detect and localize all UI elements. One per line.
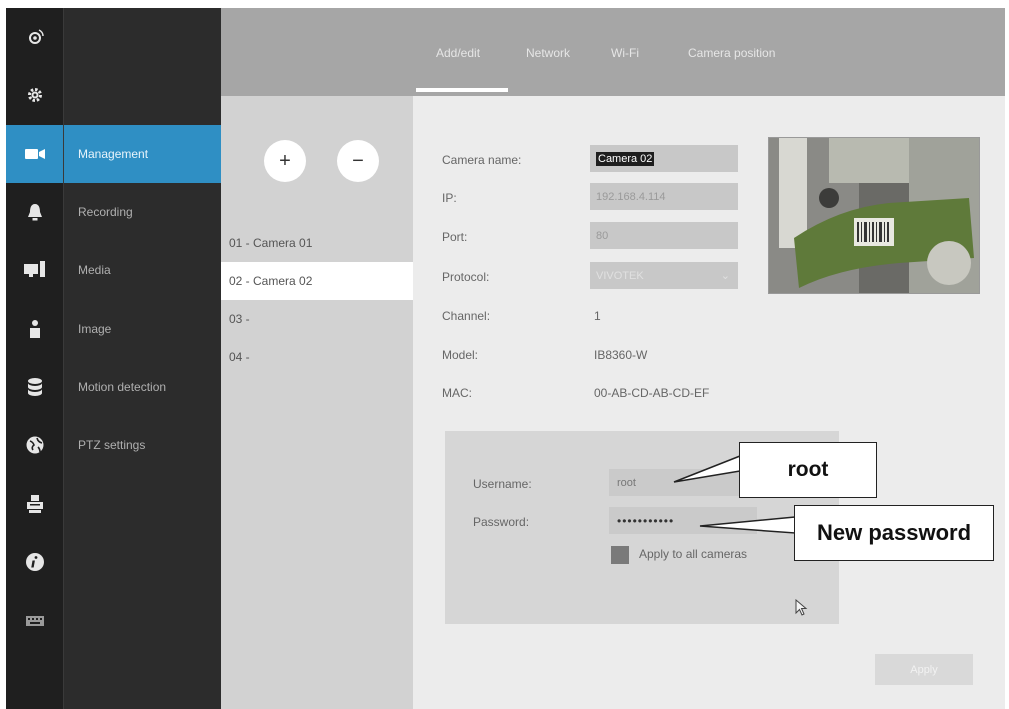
icon-rail: [6, 8, 63, 709]
model-value: IB8360-W: [594, 348, 648, 362]
tab-add-edit[interactable]: Add/edit: [436, 46, 480, 60]
sidebar-item-ptz-settings[interactable]: PTZ settings: [64, 416, 221, 474]
mac-value: 00-AB-CD-AB-CD-EF: [594, 386, 710, 400]
protocol-select[interactable]: VIVOTEK ⌄: [590, 262, 738, 289]
port-label: Port:: [442, 230, 468, 244]
minus-icon: −: [352, 149, 364, 172]
camera-list-item[interactable]: 04 -: [221, 338, 413, 376]
camera-list-item[interactable]: 01 - Camera 01: [221, 224, 413, 262]
gear-icon[interactable]: [6, 66, 63, 124]
sidebar-item-label: Media: [78, 263, 111, 277]
sidebar-item-recording[interactable]: Recording: [64, 183, 221, 241]
bell-icon[interactable]: [6, 183, 63, 241]
sub-menu: Management Recording Media Image Motion …: [64, 8, 221, 709]
sidebar-item-label: Recording: [78, 205, 133, 219]
mac-label: MAC:: [442, 386, 472, 400]
password-field[interactable]: •••••••••••: [609, 507, 757, 534]
camera-name-field[interactable]: Camera 02: [590, 145, 738, 172]
monitor-icon[interactable]: [6, 241, 63, 299]
username-label: Username:: [473, 477, 532, 491]
callout-new-password: New password: [794, 505, 994, 561]
password-label: Password:: [473, 515, 530, 529]
camera-list-item-selected[interactable]: 02 - Camera 02: [221, 262, 413, 300]
camera-name-label: Camera name:: [442, 153, 522, 167]
sidebar-item-image[interactable]: Image: [64, 300, 221, 358]
sidebar-item-label: Management: [78, 147, 149, 161]
callout-root: root: [739, 442, 877, 498]
remove-camera-button[interactable]: −: [337, 140, 379, 182]
protocol-label: Protocol:: [442, 270, 490, 284]
port-field[interactable]: 80: [590, 222, 738, 249]
app-window: Management Recording Media Image Motion …: [6, 8, 1005, 709]
tab-camera-position[interactable]: Camera position: [688, 46, 775, 60]
sidebar-item-management[interactable]: Management: [64, 125, 221, 183]
camera-eye-icon[interactable]: [6, 8, 63, 66]
database-icon[interactable]: [6, 358, 63, 416]
camera-preview-image: [768, 137, 980, 294]
info-icon[interactable]: [6, 533, 63, 591]
sidebar-item-label: Image: [78, 322, 112, 336]
printer-icon[interactable]: [6, 475, 63, 533]
video-camera-icon[interactable]: [6, 125, 63, 183]
sidebar-item-media[interactable]: Media: [64, 241, 221, 299]
sidebar-item-label: PTZ settings: [78, 438, 146, 452]
ip-label: IP:: [442, 191, 457, 205]
model-label: Model:: [442, 348, 479, 362]
ip-field[interactable]: 192.168.4.114: [590, 183, 738, 210]
apply-button[interactable]: Apply: [875, 654, 973, 685]
add-camera-button[interactable]: +: [264, 140, 306, 182]
keyboard-icon[interactable]: [6, 591, 63, 649]
tab-network[interactable]: Network: [526, 46, 570, 60]
camera-detail-panel: Camera name: Camera 02 IP: 192.168.4.114…: [413, 96, 1005, 709]
apply-all-checkbox[interactable]: [611, 546, 629, 564]
globe-icon[interactable]: [6, 416, 63, 474]
tab-wifi[interactable]: Wi-Fi: [611, 46, 639, 60]
user-icon[interactable]: [6, 300, 63, 358]
channel-label: Channel:: [442, 309, 491, 323]
plus-icon: +: [279, 149, 291, 172]
channel-value: 1: [594, 309, 601, 323]
camera-list-item[interactable]: 03 -: [221, 300, 413, 338]
mouse-cursor-icon: [795, 598, 809, 620]
sidebar-item-label: Motion detection: [78, 380, 167, 394]
sidebar-item-motion-detection[interactable]: Motion detection: [64, 358, 221, 416]
chevron-down-icon: ⌄: [720, 270, 730, 282]
username-field[interactable]: root: [609, 469, 757, 496]
tab-bar: Add/edit Network Wi-Fi Camera position: [221, 8, 1005, 96]
apply-all-label: Apply to all cameras: [639, 547, 748, 561]
camera-list-panel: + − 01 - Camera 01 02 - Camera 02 03 - 0…: [221, 96, 413, 709]
active-tab-indicator: [416, 88, 508, 92]
